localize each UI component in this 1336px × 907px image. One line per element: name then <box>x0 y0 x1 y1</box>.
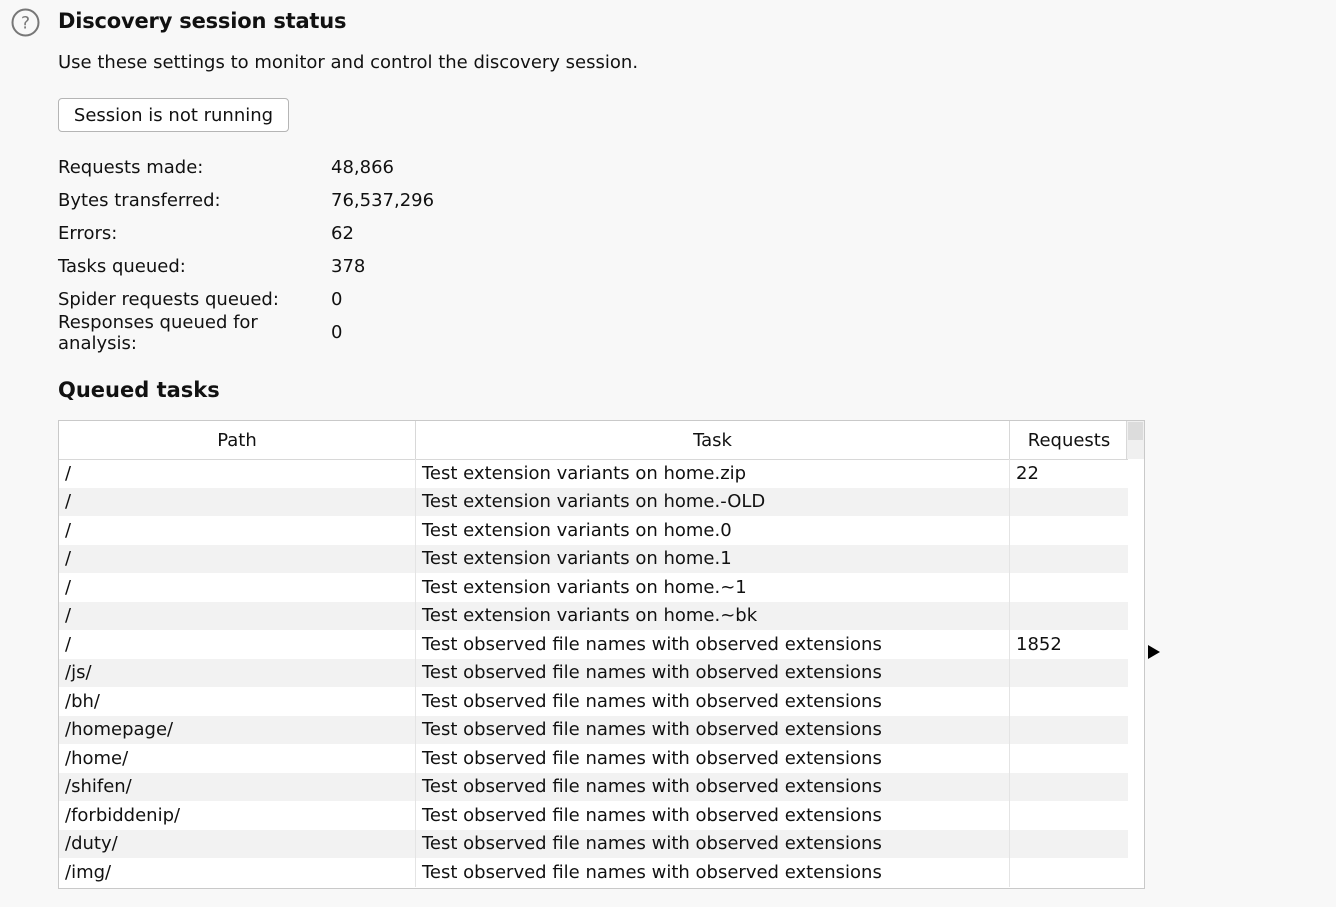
cell-task: Test extension variants on home.~1 <box>416 573 1010 602</box>
help-icon[interactable]: ? <box>11 8 40 37</box>
stat-label: Errors: <box>58 223 118 244</box>
cell-task: Test observed file names with observed e… <box>416 801 1010 830</box>
stat-row: Bytes transferred: 76,537,296 <box>58 184 434 217</box>
table-row[interactable]: /homepage/Test observed file names with … <box>59 715 1128 745</box>
cell-task: Test extension variants on home.0 <box>416 516 1010 545</box>
queued-tasks-table: Path Task Requests / Test extension varia… <box>58 420 1145 889</box>
stat-label: Bytes transferred: <box>58 190 221 211</box>
cell-path: / <box>59 516 416 545</box>
stat-label: Responses queued for analysis: <box>58 311 258 354</box>
cell-requests <box>1010 545 1128 574</box>
table-row[interactable]: / Test extension variants on home.1 <box>59 544 1128 574</box>
cell-requests <box>1010 573 1128 602</box>
cell-task: Test observed file names with observed e… <box>416 715 1010 744</box>
cell-path: /img/ <box>59 858 416 887</box>
cell-task: Test observed file names with observed e… <box>416 858 1010 887</box>
cell-task: Test observed file names with observed e… <box>416 687 1010 716</box>
cell-path: /bh/ <box>59 687 416 716</box>
table-row[interactable]: /shifen/Test observed file names with ob… <box>59 772 1128 802</box>
page-title: Discovery session status <box>58 9 347 33</box>
cell-requests <box>1010 659 1128 688</box>
cell-path: /home/ <box>59 744 416 773</box>
cell-requests <box>1010 716 1128 745</box>
stat-label: Tasks queued: <box>58 256 186 277</box>
cell-path: /js/ <box>59 658 416 687</box>
cell-task: Test extension variants on home.-OLD <box>416 487 1010 516</box>
table-row[interactable]: / Test extension variants on home.0 <box>59 516 1128 545</box>
triangle-right-icon[interactable] <box>1148 645 1160 659</box>
cell-path: / <box>59 573 416 602</box>
table-row[interactable]: / Test extension variants on home.zip 22 <box>59 459 1128 488</box>
table-row[interactable]: / Test extension variants on home.~1 <box>59 573 1128 602</box>
cell-task: Test extension variants on home.~bk <box>416 601 1010 630</box>
stat-label: Spider requests queued: <box>58 289 279 310</box>
cell-path: /shifen/ <box>59 772 416 801</box>
cell-path: / <box>59 487 416 516</box>
cell-requests: 22 <box>1016 462 1039 484</box>
queued-tasks-title: Queued tasks <box>58 378 220 402</box>
stat-row: Errors: 62 <box>58 217 434 250</box>
cell-path: /homepage/ <box>59 715 416 744</box>
stat-value: 0 <box>331 322 343 343</box>
cell-requests <box>1010 830 1128 859</box>
svg-text:?: ? <box>21 14 30 34</box>
stat-label: Requests made: <box>58 157 204 178</box>
table-header: Path Task Requests <box>59 421 1128 460</box>
table-body: / Test extension variants on home.zip 22/T… <box>59 459 1128 887</box>
table-row[interactable]: / Test extension variants on home.~bk <box>59 601 1128 631</box>
table-row[interactable]: /forbiddenip/Test observed file names wi… <box>59 801 1128 830</box>
table-row[interactable]: /bh/Test observed file names with observ… <box>59 687 1128 716</box>
cell-path: / <box>59 544 416 573</box>
cell-requests <box>1010 744 1128 773</box>
table-row[interactable]: /duty/Test observed file names with obse… <box>59 829 1128 859</box>
cell-task: Test extension variants on home.zip <box>416 459 1010 488</box>
cell-task: Test observed file names with observed e… <box>416 630 1010 659</box>
stat-value: 76,537,296 <box>331 190 435 211</box>
cell-requests <box>1010 801 1128 830</box>
cell-requests <box>1010 488 1128 517</box>
cell-path: / <box>59 630 416 659</box>
cell-task: Test observed file names with observed e… <box>416 744 1010 773</box>
cell-requests: 1852 <box>1016 633 1062 655</box>
table-row[interactable]: /img/Test observed file names with obser… <box>59 858 1128 887</box>
column-header-task[interactable]: Task <box>416 421 1010 459</box>
vertical-scrollbar[interactable] <box>1126 421 1144 459</box>
cell-requests <box>1010 687 1128 716</box>
stat-row: Tasks queued: 378 <box>58 250 434 283</box>
session-status-button[interactable]: Session is not running <box>58 98 289 132</box>
stat-value: 62 <box>331 223 354 244</box>
cell-requests <box>1010 773 1128 802</box>
column-header-requests[interactable]: Requests <box>1010 421 1128 459</box>
table-row[interactable]: / Test extension variants on home.-OLD <box>59 487 1128 517</box>
stat-row: Requests made: 48,866 <box>58 151 434 184</box>
cell-task: Test observed file names with observed e… <box>416 772 1010 801</box>
cell-task: Test extension variants on home.1 <box>416 544 1010 573</box>
cell-task: Test observed file names with observed e… <box>416 829 1010 858</box>
stats-panel: Requests made: 48,866 Bytes transferred: 76… <box>58 151 434 354</box>
page-description: Use these settings to monitor and contro… <box>58 52 639 73</box>
stat-row: Responses queued for analysis: 0 <box>58 312 434 354</box>
stat-value: 48,866 <box>331 157 394 178</box>
cell-path: /forbiddenip/ <box>59 801 416 830</box>
cell-path: /duty/ <box>59 829 416 858</box>
stat-value: 0 <box>331 289 343 310</box>
cell-task: Test observed file names with observed e… <box>416 658 1010 687</box>
table-row[interactable]: /js/Test observed file names with observ… <box>59 658 1128 688</box>
table-row[interactable]: / Test observed file names with observed … <box>59 630 1128 659</box>
table-row[interactable]: /home/Test observed file names with obse… <box>59 744 1128 773</box>
column-header-path[interactable]: Path <box>59 421 416 459</box>
stat-value: 378 <box>331 256 366 277</box>
cell-path: / <box>59 601 416 630</box>
cell-path: / <box>59 459 416 488</box>
cell-requests <box>1010 516 1128 545</box>
cell-requests <box>1010 858 1128 887</box>
cell-requests <box>1010 602 1128 631</box>
scrollbar-thumb[interactable] <box>1128 422 1143 440</box>
